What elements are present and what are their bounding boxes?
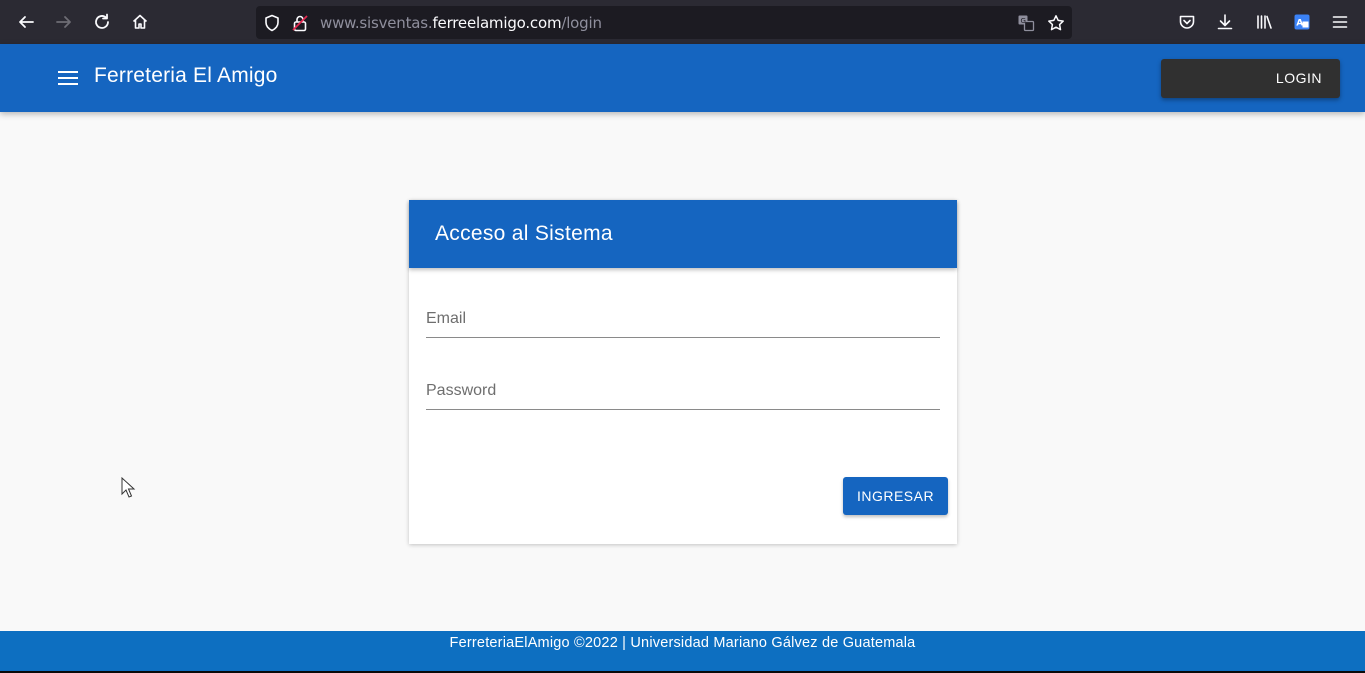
card-header: Acceso al Sistema (409, 200, 957, 268)
ingresar-button[interactable]: INGRESAR (843, 477, 948, 515)
email-field-container (426, 298, 940, 338)
library-icon[interactable] (1252, 10, 1276, 34)
forward-icon[interactable] (52, 10, 76, 34)
translate-extension-icon[interactable]: A (1290, 10, 1314, 34)
bookmark-star-icon[interactable] (1046, 13, 1066, 33)
svg-text:G: G (1021, 17, 1026, 25)
svg-text:A: A (1296, 19, 1303, 29)
login-button[interactable]: LOGIN (1161, 59, 1340, 98)
app-title: Ferreteria El Amigo (94, 64, 278, 87)
card-title: Acceso al Sistema (435, 222, 613, 245)
shield-icon[interactable] (262, 13, 282, 33)
app-bar: Ferreteria El Amigo LOGIN (0, 44, 1365, 112)
lock-warning-icon[interactable] (290, 13, 310, 33)
password-input[interactable] (426, 380, 940, 402)
reload-icon[interactable] (90, 10, 114, 34)
nav-menu-icon[interactable] (56, 66, 80, 90)
ingresar-button-label: INGRESAR (856, 488, 935, 504)
login-button-label: LOGIN (1275, 70, 1322, 86)
login-card: Acceso al Sistema INGRESAR (409, 200, 957, 544)
browser-toolbar: www.sisventas.ferreelamigo.com/login G A (0, 0, 1365, 44)
footer-text: FerreteriaElAmigo ©2022 | Universidad Ma… (449, 635, 916, 651)
mouse-cursor-icon (121, 477, 136, 498)
home-icon[interactable] (128, 10, 152, 34)
pocket-icon[interactable] (1175, 10, 1199, 34)
password-field-container (426, 370, 940, 410)
url-bar[interactable]: www.sisventas.ferreelamigo.com/login G (256, 6, 1072, 39)
email-input[interactable] (426, 308, 940, 330)
translate-icon[interactable]: G (1016, 13, 1036, 33)
url-text[interactable]: www.sisventas.ferreelamigo.com/login (320, 14, 602, 32)
hamburger-menu-icon[interactable] (1328, 10, 1352, 34)
back-icon[interactable] (14, 10, 38, 34)
download-icon[interactable] (1213, 10, 1237, 34)
footer: FerreteriaElAmigo ©2022 | Universidad Ma… (0, 631, 1365, 673)
